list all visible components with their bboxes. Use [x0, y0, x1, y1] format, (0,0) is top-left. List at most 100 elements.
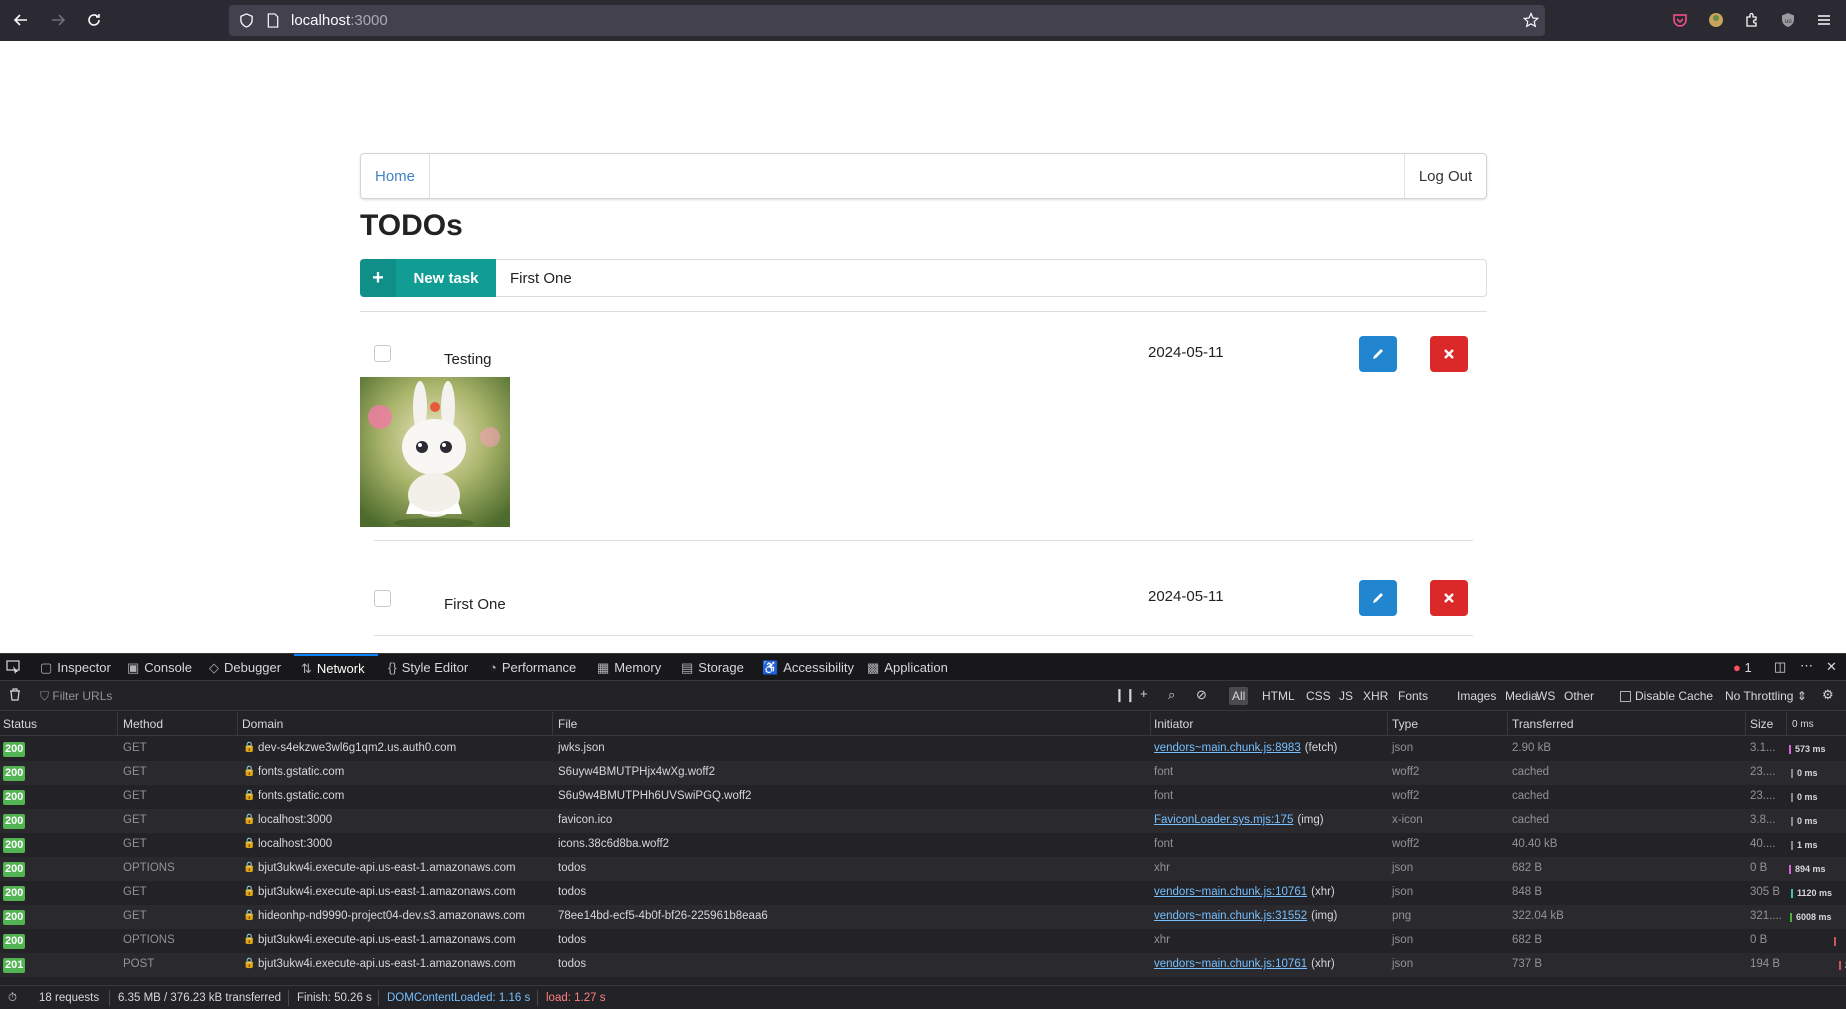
- element-picker-icon[interactable]: [6, 660, 20, 677]
- network-request-row[interactable]: 200 GET 🔒 localhost:3000 favicon.ico FaviconL…: [0, 809, 1846, 833]
- network-request-row[interactable]: 200 GET 🔒 hideonhp-nd9990-project04-dev.s3.…: [0, 905, 1846, 929]
- network-request-row[interactable]: 200 OPTIONS 🔒 bjut3ukw4i.execute-api.us-eas…: [0, 857, 1846, 881]
- col-domain[interactable]: Domain: [242, 717, 283, 731]
- throttling-select[interactable]: No Throttling ⇕: [1722, 687, 1810, 705]
- filter-fonts[interactable]: Fonts: [1395, 687, 1431, 705]
- tab-performance[interactable]: ◔ Performance: [489, 654, 576, 681]
- request-file: S6u9w4BMUTPHh6UVSwiPGQ.woff2: [558, 790, 752, 802]
- network-request-row[interactable]: 200 GET 🔒 fonts.gstatic.com S6uyw4BMUTPHjx4w…: [0, 761, 1846, 785]
- col-size[interactable]: Size: [1750, 717, 1773, 731]
- error-badge[interactable]: ● 1: [1733, 660, 1752, 675]
- request-timing: 6008 ms: [1796, 912, 1832, 922]
- disable-cache-checkbox[interactable]: Disable Cache: [1617, 687, 1716, 705]
- todo-checkbox[interactable]: [374, 345, 391, 362]
- network-request-row[interactable]: 200 GET 🔒 fonts.gstatic.com S6u9w4BMUTPHh6UV…: [0, 785, 1846, 809]
- tab-network[interactable]: ⇅ Network: [294, 654, 378, 681]
- reload-icon[interactable]: [83, 9, 105, 31]
- more-options-icon[interactable]: ⋯: [1800, 658, 1813, 674]
- shield-icon[interactable]: [239, 13, 254, 33]
- col-type[interactable]: Type: [1392, 717, 1418, 731]
- pocket-icon[interactable]: [1669, 9, 1691, 31]
- new-task-input[interactable]: First One: [496, 259, 1487, 297]
- tab-style-editor-label: Style Editor: [401, 660, 469, 675]
- tab-style-editor[interactable]: {} Style Editor: [388, 654, 468, 681]
- filter-ws[interactable]: WS: [1533, 687, 1558, 705]
- search-icon[interactable]: ⌕: [1168, 687, 1175, 703]
- col-status[interactable]: Status: [3, 717, 37, 731]
- add-icon[interactable]: +: [1140, 686, 1148, 701]
- filter-urls-input[interactable]: ⛉ Filter URLs: [40, 689, 112, 704]
- status-code: 200: [3, 814, 26, 829]
- delete-button[interactable]: [1430, 580, 1468, 616]
- tab-debugger[interactable]: ◇ Debugger: [209, 654, 281, 681]
- request-transferred: 2.90 kB: [1512, 742, 1551, 754]
- tab-storage[interactable]: ▤ Storage: [681, 654, 744, 681]
- request-timing: 0 ms: [1797, 768, 1818, 778]
- settings-gear-icon[interactable]: ⚙: [1822, 687, 1834, 703]
- col-transferred[interactable]: Transferred: [1512, 717, 1574, 731]
- request-initiator[interactable]: FaviconLoader.sys.mjs:175: [1154, 814, 1293, 826]
- network-request-row[interactable]: 200 GET 🔒 dev-s4ekzwe3wl6g1qm2.us.auth0.com…: [0, 737, 1846, 761]
- tab-memory[interactable]: ▦ Memory: [597, 654, 661, 681]
- url-bar[interactable]: localhost:3000: [229, 5, 1545, 36]
- request-initiator[interactable]: vendors~main.chunk.js:31552: [1154, 910, 1307, 922]
- logout-button[interactable]: Log Out: [1404, 154, 1486, 198]
- network-request-row[interactable]: 201 POST 🔒 bjut3ukw4i.execute-api.us-east-1…: [0, 953, 1846, 977]
- console-icon: ▣: [127, 659, 140, 675]
- col-file[interactable]: File: [558, 717, 577, 731]
- column-separator: [1507, 712, 1508, 736]
- request-size: 321....: [1750, 910, 1782, 922]
- filter-other[interactable]: Other: [1561, 687, 1597, 705]
- tab-accessibility[interactable]: ♿ Accessibility: [762, 654, 854, 681]
- edit-button[interactable]: [1359, 336, 1397, 372]
- network-table-header: Status Method Domain File Initiator Type…: [0, 712, 1846, 736]
- network-request-row[interactable]: 200 OPTIONS 🔒 bjut3ukw4i.execute-api.us-eas…: [0, 929, 1846, 953]
- request-initiator[interactable]: vendors~main.chunk.js:8983: [1154, 742, 1301, 754]
- bookmark-star-icon[interactable]: [1522, 12, 1540, 33]
- filter-js[interactable]: JS: [1336, 687, 1356, 705]
- status-code: 200: [3, 766, 26, 781]
- summary-domcontentloaded: DOMContentLoaded: 1.16 s: [387, 992, 531, 1004]
- network-request-row[interactable]: 200 GET 🔒 localhost:3000 icons.38c6d8ba.woff…: [0, 833, 1846, 857]
- back-arrow-icon[interactable]: [10, 9, 32, 31]
- request-transferred: cached: [1512, 814, 1550, 826]
- block-icon[interactable]: ⊘: [1196, 687, 1207, 703]
- filter-html[interactable]: HTML: [1259, 687, 1298, 705]
- tab-network-label: Network: [316, 661, 365, 676]
- new-task-button[interactable]: + New task: [360, 259, 496, 297]
- col-method[interactable]: Method: [123, 717, 163, 731]
- account-avatar-icon[interactable]: [1705, 9, 1727, 31]
- filter-css[interactable]: CSS: [1303, 687, 1334, 705]
- col-waterfall[interactable]: 0 ms: [1792, 719, 1814, 730]
- request-initiator[interactable]: vendors~main.chunk.js:10761: [1154, 886, 1307, 898]
- network-request-row[interactable]: 200 GET 🔒 bjut3ukw4i.execute-api.us-east-1.…: [0, 881, 1846, 905]
- tab-application[interactable]: ▩ Application: [867, 654, 948, 681]
- hamburger-menu-icon[interactable]: [1813, 9, 1835, 31]
- home-link[interactable]: Home: [361, 154, 430, 198]
- todo-checkbox[interactable]: [374, 590, 391, 607]
- edit-button[interactable]: [1359, 580, 1397, 616]
- pause-icon[interactable]: ❙❙: [1114, 687, 1136, 703]
- top-menu: Home Log Out: [360, 153, 1487, 199]
- filter-xhr[interactable]: XHR: [1360, 687, 1391, 705]
- col-initiator[interactable]: Initiator: [1154, 717, 1193, 731]
- request-type: json: [1392, 958, 1414, 970]
- dock-icon[interactable]: ◫: [1774, 659, 1786, 675]
- status-code: 200: [3, 742, 26, 757]
- request-timing: 1120 ms: [1797, 888, 1833, 898]
- url-text[interactable]: localhost:3000: [291, 12, 388, 29]
- filter-all[interactable]: All: [1229, 687, 1249, 705]
- menu-spacer: [430, 154, 1404, 198]
- close-devtools-icon[interactable]: ✕: [1826, 659, 1837, 675]
- tab-inspector[interactable]: ▢ Inspector: [40, 654, 111, 681]
- request-type: json: [1392, 862, 1414, 874]
- request-initiator[interactable]: vendors~main.chunk.js:10761: [1154, 958, 1307, 970]
- tab-console[interactable]: ▣ Console: [127, 654, 192, 681]
- delete-button[interactable]: [1430, 336, 1468, 372]
- extensions-puzzle-icon[interactable]: [1741, 9, 1763, 31]
- filter-images[interactable]: Images: [1454, 687, 1499, 705]
- todo-item: First One 2024-05-11: [360, 580, 1487, 622]
- ublock-icon[interactable]: uo: [1777, 9, 1799, 31]
- forward-arrow-icon[interactable]: [47, 9, 69, 31]
- trash-icon[interactable]: [9, 688, 21, 704]
